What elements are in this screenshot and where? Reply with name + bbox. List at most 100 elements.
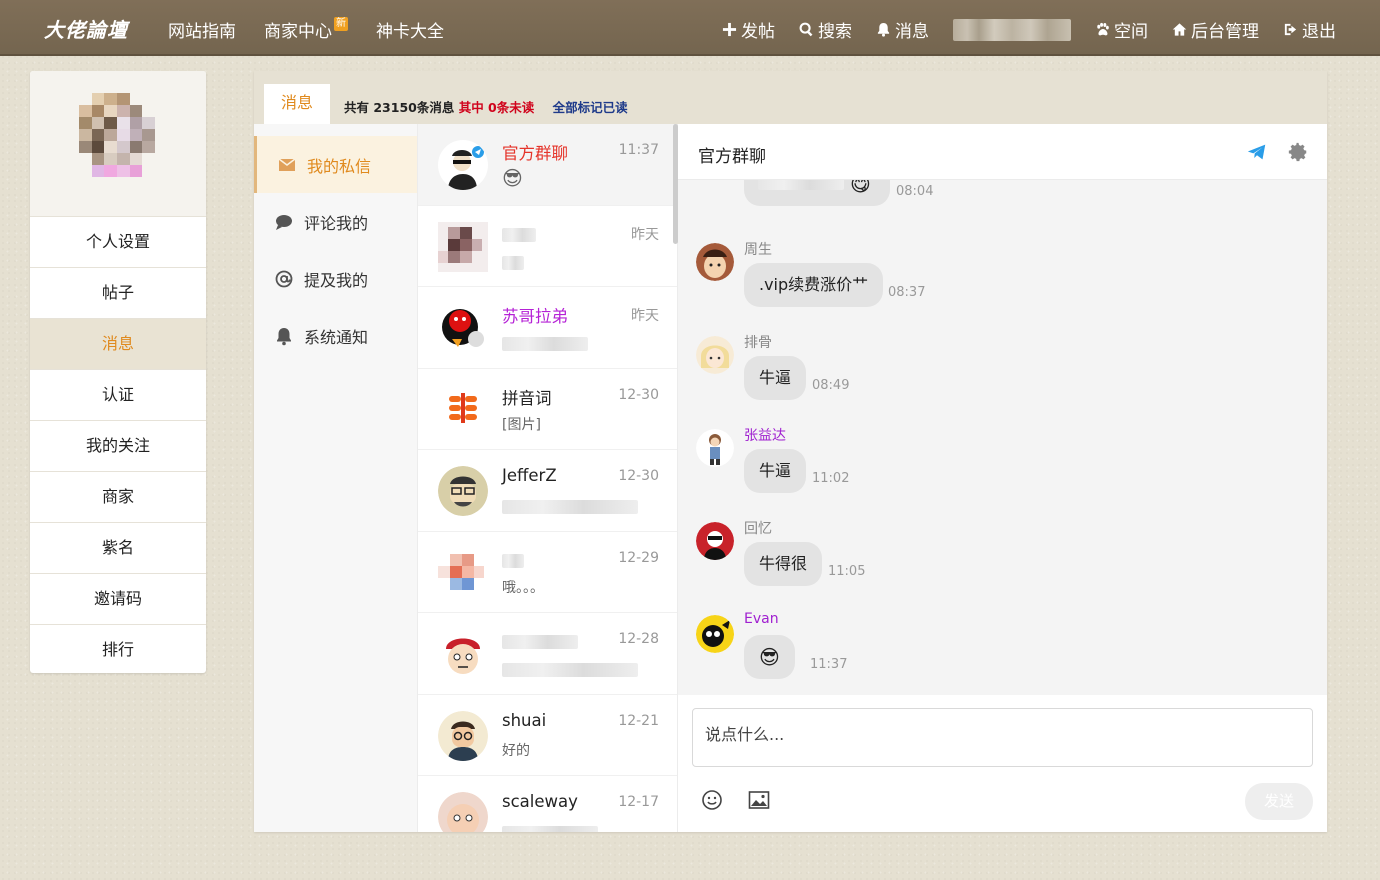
avatar (438, 140, 488, 190)
sidebar-item-merchant[interactable]: 商家 (30, 472, 206, 523)
search-button[interactable]: 搜索 (799, 17, 852, 42)
sidebar-item-settings[interactable]: 个人设置 (30, 217, 206, 268)
tab-messages[interactable]: 消息 (264, 84, 330, 124)
avatar-pixel (117, 117, 130, 129)
admin-label: 后台管理 (1191, 22, 1259, 42)
conversation-item[interactable]: 昨天 (418, 206, 677, 287)
telegram-icon[interactable] (1246, 141, 1268, 163)
messages-header: 消息 共有 23150条消息 其中 0条未读 全部标记已读 (254, 71, 1327, 124)
avatar-pixel (129, 153, 143, 165)
sidebar-item-verification[interactable]: 认证 (30, 370, 206, 421)
avatar-pixel (142, 93, 155, 105)
search-icon (799, 22, 813, 37)
message-input[interactable] (692, 708, 1313, 767)
conversation-item[interactable]: 拼音词 12-30 [图片] (418, 369, 677, 450)
conversation-item[interactable]: 官方群聊 11:37 😎 (418, 124, 677, 206)
avatar (696, 336, 734, 374)
messages-label: 消息 (895, 22, 929, 42)
gear-icon[interactable] (1287, 141, 1309, 163)
logout-icon (1284, 23, 1297, 36)
avatar-pixel (129, 165, 143, 177)
avatar (438, 221, 488, 272)
username-blurred[interactable] (953, 18, 1071, 41)
sender-name: 周生 (744, 242, 772, 258)
sidebar-item-following[interactable]: 我的关注 (30, 421, 206, 472)
avatar-pixel (91, 129, 105, 141)
conversation-time: 昨天 (631, 308, 659, 324)
avatar-pixel (79, 117, 92, 129)
conversation-time: 12-30 (618, 386, 659, 403)
avatar-pixel (79, 177, 92, 189)
category-label: 系统通知 (304, 327, 369, 347)
avatar-pixel (142, 153, 155, 165)
message-time: 11:02 (812, 471, 850, 486)
avatar-pixel (91, 153, 105, 165)
sidebar-item-invite-code[interactable]: 邀请码 (30, 574, 206, 625)
site-logo[interactable]: 大佬論壇 (44, 14, 128, 43)
avatar-pixel (142, 177, 155, 189)
messages-button[interactable]: 消息 (876, 17, 929, 42)
avatar-pixel (129, 177, 143, 189)
sidebar-item-messages[interactable]: 消息 (30, 319, 206, 370)
conversation-name: scaleway (502, 792, 578, 811)
avatar (438, 547, 488, 598)
blurred-name (502, 227, 536, 242)
post-button[interactable]: 发帖 (722, 17, 775, 42)
home-icon (1172, 23, 1187, 36)
avatar-pixel (91, 165, 105, 177)
sidebar-item-posts[interactable]: 帖子 (30, 268, 206, 319)
chat-window: 官方群聊 😋 08:04 周生 .vip续费涨价艹 08:37 排骨 牛逼 08… (678, 124, 1327, 832)
avatar-pixel (129, 105, 143, 117)
conversation-time: 12-17 (618, 794, 659, 810)
sidebar-item-purple-name[interactable]: 紫名 (30, 523, 206, 574)
nav-merchant-center-link[interactable]: 商家中心新 (264, 17, 348, 42)
blurred-preview (502, 255, 524, 270)
conversation-item[interactable]: 苏哥拉弟 昨天 (418, 287, 677, 369)
category-system-notices[interactable]: 系统通知 (254, 307, 417, 364)
conversation-item[interactable]: scaleway 12-17 (418, 776, 677, 832)
conversation-time: 12-29 (618, 549, 659, 566)
sidebar-item-ranking[interactable]: 排行 (30, 625, 206, 673)
blurred-message (758, 180, 844, 190)
send-button[interactable]: 发送 (1245, 783, 1313, 820)
avatar-pixel (79, 129, 92, 141)
avatar-pixel (104, 177, 117, 189)
category-label: 评论我的 (304, 213, 369, 233)
blurred-name (502, 635, 578, 649)
category-comments[interactable]: 评论我的 (254, 193, 417, 250)
conversation-item[interactable]: shuai 12-21 好的 (418, 695, 677, 776)
space-button[interactable]: 空间 (1095, 17, 1148, 42)
sender-name: 排骨 (744, 335, 772, 351)
avatar (438, 710, 488, 761)
avatar-pixel (104, 153, 117, 165)
category-private-messages[interactable]: 我的私信 (254, 136, 417, 193)
avatar-pixel (104, 105, 117, 117)
message-bubble: 😎 (744, 635, 795, 679)
logout-button[interactable]: 退出 (1283, 17, 1336, 42)
conversation-item[interactable]: JefferZ 12-30 (418, 450, 677, 532)
conversation-item[interactable]: 12-29 哦。。。 (418, 532, 677, 613)
conversation-preview: 😎 (502, 166, 523, 190)
sender-name: Evan (744, 611, 779, 627)
category-label: 提及我的 (304, 270, 369, 290)
avatar-pixel (117, 141, 130, 153)
plus-icon (722, 22, 737, 37)
avatar-pixel (79, 153, 92, 165)
category-label: 我的私信 (307, 156, 372, 176)
message-time: 08:49 (812, 378, 850, 393)
message-time: 08:04 (896, 184, 934, 199)
avatar-pixel (117, 177, 130, 189)
avatar-pixel (117, 153, 130, 165)
nav-guide-link[interactable]: 网站指南 (168, 17, 236, 42)
category-mentions[interactable]: 提及我的 (254, 250, 417, 307)
conversation-item[interactable]: 12-28 (418, 613, 677, 695)
avatar[interactable] (79, 93, 155, 189)
avatar-pixel (117, 129, 130, 141)
mark-all-read-link[interactable]: 全部标记已读 (553, 100, 628, 115)
chat-header: 官方群聊 (678, 124, 1327, 180)
emoji-icon[interactable] (700, 788, 724, 812)
image-icon[interactable] (747, 788, 771, 812)
nav-cards-link[interactable]: 神卡大全 (376, 17, 444, 42)
avatar-pixel (79, 141, 92, 153)
admin-button[interactable]: 后台管理 (1172, 17, 1259, 42)
